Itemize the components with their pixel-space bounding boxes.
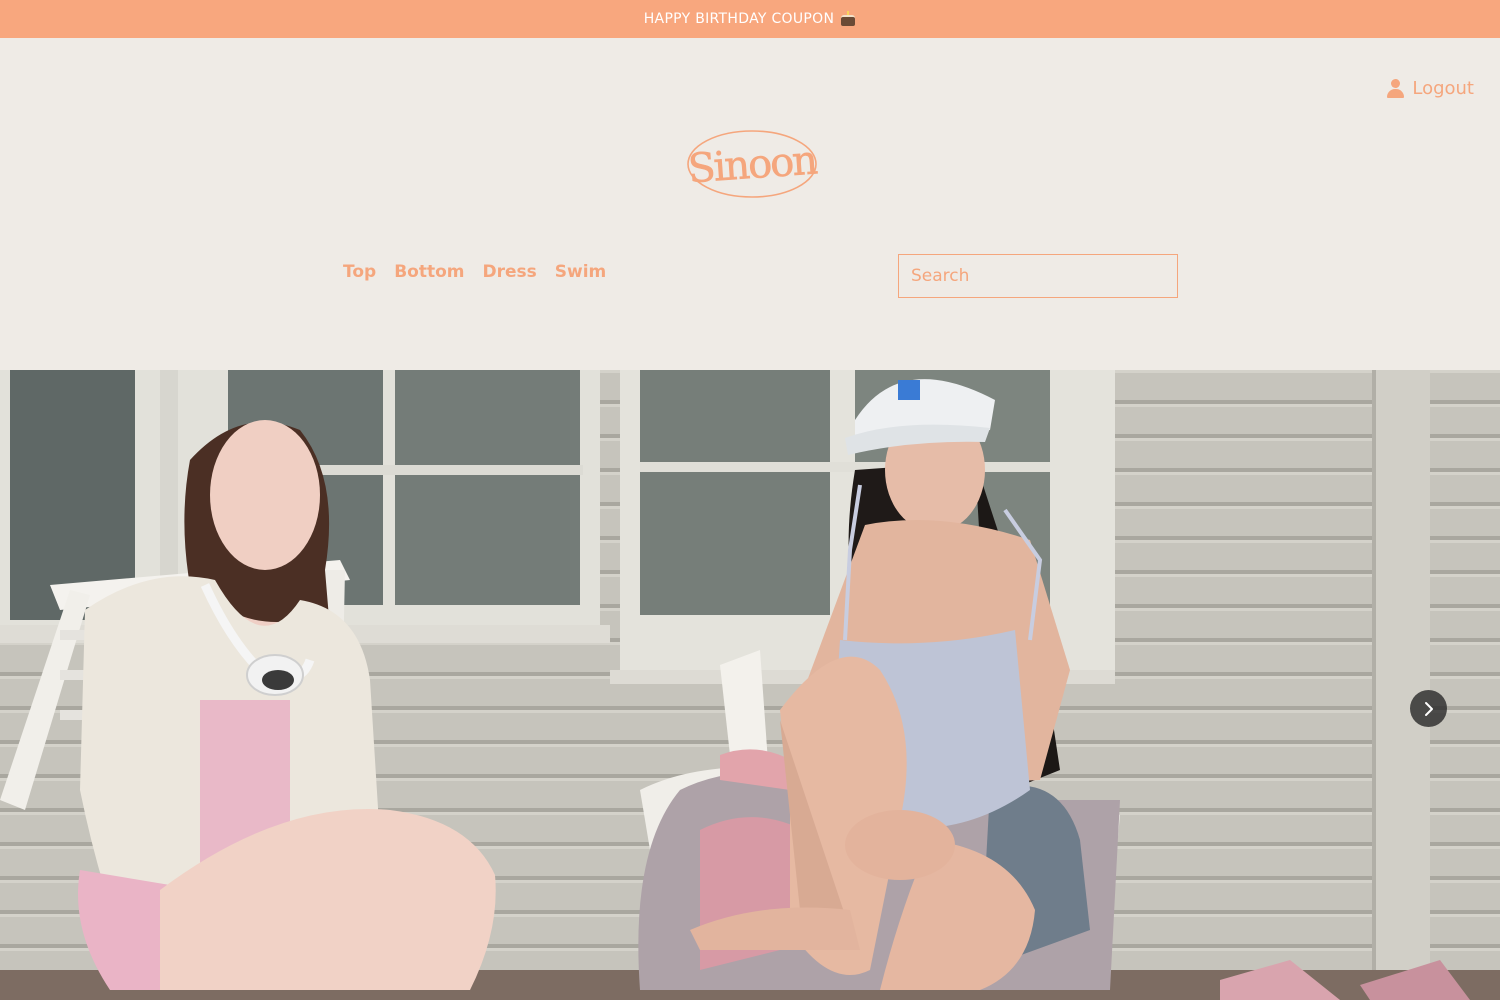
- logout-label: Logout: [1412, 78, 1474, 99]
- user-icon: [1387, 79, 1405, 98]
- nav-item-top[interactable]: Top: [343, 262, 376, 282]
- brand-logo[interactable]: Sinoon: [686, 128, 818, 200]
- hero-photo: [0, 370, 1500, 1000]
- cake-icon: [840, 11, 856, 27]
- nav-item-dress[interactable]: Dress: [482, 262, 536, 282]
- category-nav: Top Bottom Dress Swim: [343, 262, 606, 282]
- logout-link[interactable]: Logout: [1387, 78, 1474, 99]
- search-input[interactable]: [898, 254, 1178, 298]
- announcement-text: HAPPY BIRTHDAY COUPON: [643, 11, 835, 27]
- nav-item-swim[interactable]: Swim: [555, 262, 607, 282]
- chevron-right-icon: [1424, 701, 1433, 716]
- site-header: Logout Sinoon Top Bottom Dress Swim: [0, 38, 1500, 370]
- announcement-bar[interactable]: HAPPY BIRTHDAY COUPON: [0, 0, 1500, 38]
- hero-carousel[interactable]: [0, 370, 1500, 1000]
- logo-text: Sinoon: [687, 138, 818, 193]
- nav-item-bottom[interactable]: Bottom: [394, 262, 464, 282]
- carousel-next-button[interactable]: [1410, 690, 1447, 727]
